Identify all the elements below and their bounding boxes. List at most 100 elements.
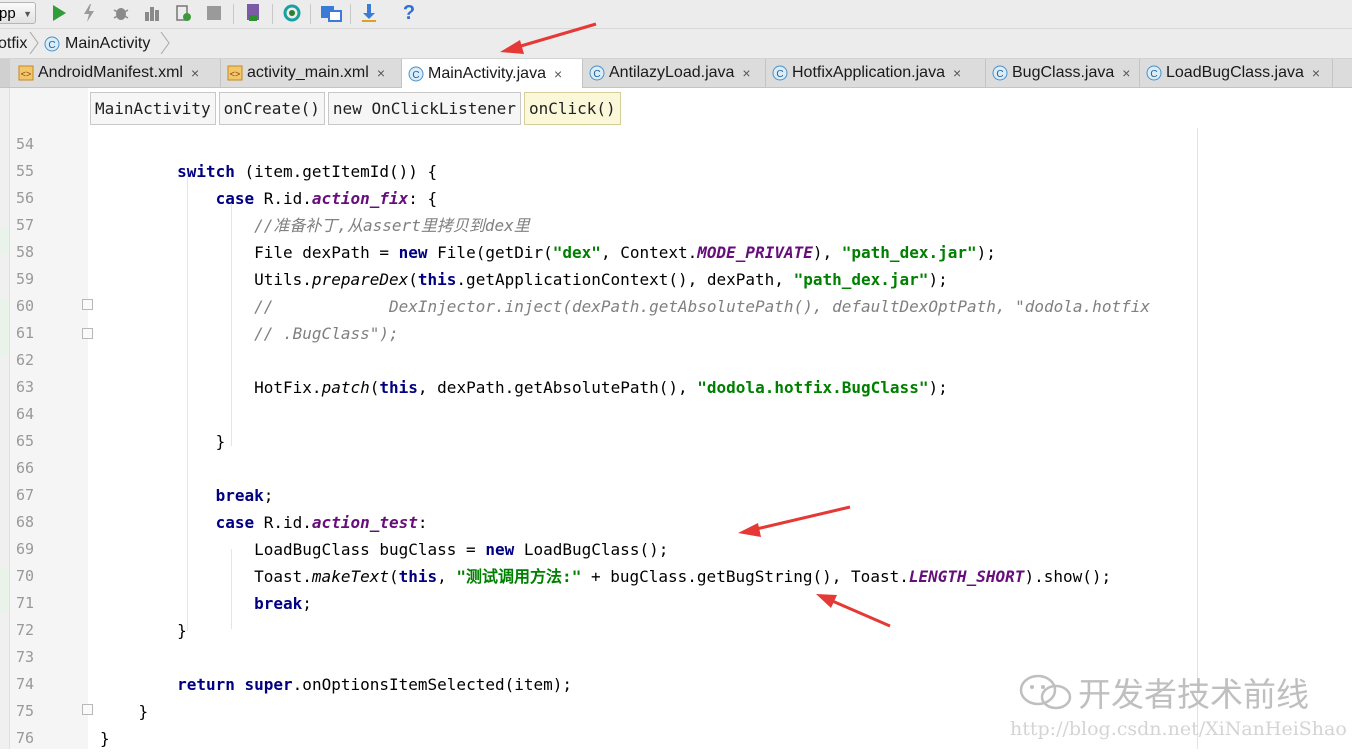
code-token: switch — [177, 162, 235, 181]
close-icon[interactable]: × — [191, 65, 199, 81]
tab-activity-main[interactable]: <> activity_main.xml × — [221, 59, 402, 87]
code-text: break; — [100, 590, 312, 617]
code-editor[interactable]: MainActivity onCreate() new OnClickListe… — [0, 88, 1352, 749]
code-token: "path_dex.jar" — [793, 270, 929, 289]
code-token: ( — [369, 378, 380, 397]
breadcrumb-item-module[interactable]: otfix — [0, 29, 27, 58]
code-token: } — [100, 432, 226, 451]
code-token: ( — [388, 567, 399, 586]
code-token: "测试调用方法:" — [456, 567, 582, 586]
download-icon[interactable] — [356, 0, 382, 26]
code-text: } — [100, 725, 110, 752]
code-token: ; — [302, 594, 312, 613]
line-number: 70 — [15, 567, 34, 585]
code-text: } — [100, 428, 226, 455]
svg-text:C: C — [593, 69, 600, 80]
svg-text:C: C — [776, 69, 783, 80]
tab-hotfixapplication[interactable]: C HotfixApplication.java × — [766, 59, 986, 87]
code-token: File(getDir( — [427, 243, 553, 262]
scope-method[interactable]: onCreate() — [218, 92, 325, 125]
line-number: 58 — [15, 243, 34, 261]
line-number: 64 — [15, 405, 34, 423]
lightning-icon[interactable] — [76, 0, 102, 26]
code-token: "dodola.hotfix.BugClass" — [697, 378, 929, 397]
code-token: new — [485, 540, 515, 559]
code-token: super — [244, 675, 293, 694]
line-number: 69 — [15, 540, 34, 558]
attach-icon[interactable] — [139, 0, 165, 26]
close-icon[interactable]: × — [742, 65, 750, 81]
line-number: 66 — [15, 459, 34, 477]
svg-text:C: C — [412, 70, 419, 81]
debug-icon[interactable] — [108, 0, 134, 26]
xml-file-icon: <> — [227, 65, 243, 81]
code-token: this — [398, 567, 438, 586]
code-token: (item.getItemId()) { — [234, 162, 438, 181]
code-line: 64 — [0, 401, 1352, 428]
class-icon: C — [992, 65, 1008, 81]
help-icon[interactable]: ? — [396, 0, 422, 26]
code-token: Utils. — [100, 270, 312, 289]
scope-onclick[interactable]: onClick() — [523, 92, 621, 125]
code-token: case — [215, 513, 255, 532]
svg-text:C: C — [996, 69, 1003, 80]
sdk-manager-icon[interactable] — [240, 0, 266, 26]
code-token: this — [417, 270, 457, 289]
run-icon[interactable] — [46, 0, 72, 26]
code-line: 55 switch (item.getItemId()) { — [0, 158, 1352, 185]
code-token: ( — [408, 270, 418, 289]
code-line: 62 — [0, 347, 1352, 374]
close-icon[interactable]: × — [953, 65, 961, 81]
scope-class[interactable]: MainActivity — [90, 92, 216, 125]
scope-listener[interactable]: new OnClickListener — [327, 92, 521, 125]
code-text: switch (item.getItemId()) { — [100, 158, 437, 185]
code-token: break — [215, 486, 264, 505]
code-token: LoadBugClass(); — [514, 540, 669, 559]
code-token: ); — [928, 378, 948, 397]
code-token: // .BugClass"); — [254, 324, 399, 343]
code-line: 59 Utils.prepareDex(this.getApplicationC… — [0, 266, 1352, 293]
project-structure-icon[interactable] — [318, 0, 344, 26]
close-icon[interactable]: × — [377, 65, 385, 81]
code-text: //准备补丁,从assert里拷贝到dex里 — [100, 212, 530, 239]
tab-antilazyload[interactable]: C AntilazyLoad.java × — [583, 59, 766, 87]
close-icon[interactable]: × — [1312, 65, 1320, 81]
line-number: 60 — [15, 297, 34, 315]
code-token: "path_dex.jar" — [841, 243, 977, 262]
code-line: 73 — [0, 644, 1352, 671]
code-token: .onOptionsItemSelected(item); — [292, 675, 573, 694]
line-number: 61 — [15, 324, 34, 342]
scope-breadcrumb: MainActivity onCreate() new OnClickListe… — [90, 92, 621, 125]
tab-androidmanifest[interactable]: <> AndroidManifest.xml × — [12, 59, 221, 87]
close-icon[interactable]: × — [1122, 65, 1130, 81]
xml-file-icon: <> — [18, 65, 34, 81]
code-token: File dexPath = — [100, 243, 399, 262]
breadcrumb-item-class[interactable]: C MainActivity — [44, 29, 150, 58]
sync-icon[interactable] — [279, 0, 305, 26]
code-text: HotFix.patch(this, dexPath.getAbsolutePa… — [100, 374, 948, 401]
code-token: R.id. — [254, 513, 312, 532]
line-number: 55 — [15, 162, 34, 180]
code-token: ); — [928, 270, 948, 289]
stop-icon[interactable] — [201, 0, 227, 26]
code-token: .getApplicationContext(), dexPath, — [456, 270, 794, 289]
coverage-icon[interactable] — [170, 0, 196, 26]
run-config-select[interactable]: pp ▼ — [0, 2, 36, 24]
tab-label: BugClass.java — [1012, 64, 1115, 81]
code-token: : { — [408, 189, 438, 208]
tab-label: AndroidManifest.xml — [38, 64, 183, 81]
tab-label: activity_main.xml — [247, 64, 369, 81]
svg-text:C: C — [48, 40, 55, 51]
line-number: 62 — [15, 351, 34, 369]
breadcrumb-separator-icon — [29, 32, 39, 54]
code-text: Utils.prepareDex(this.getApplicationCont… — [100, 266, 948, 293]
tab-loadbugclass[interactable]: C LoadBugClass.java × — [1140, 59, 1333, 87]
tab-mainactivity[interactable]: C MainActivity.java × — [402, 59, 583, 88]
code-line: 60 // DexInjector.inject(dexPath.getAbso… — [0, 293, 1352, 320]
code-token: action_test — [311, 513, 418, 532]
code-text: case R.id.action_test: — [100, 509, 428, 536]
close-icon[interactable]: × — [554, 66, 562, 82]
tab-bugclass[interactable]: C BugClass.java × — [986, 59, 1140, 87]
